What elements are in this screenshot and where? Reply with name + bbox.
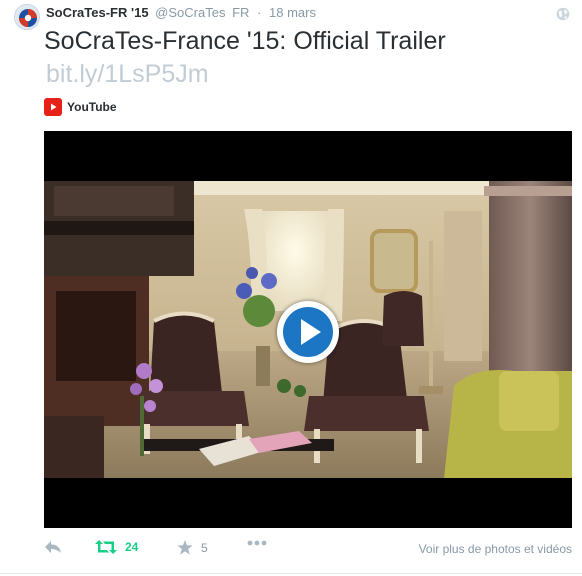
tweet-card: SoCraTes-FR '15 @SoCraTes FR · 18 mars S… [0, 0, 582, 576]
globe-icon[interactable] [556, 7, 570, 21]
language-tag: FR [232, 5, 250, 20]
author-name[interactable]: SoCraTes-FR '15 [46, 5, 149, 20]
retweet-button[interactable]: 24 [95, 540, 138, 554]
reply-icon [45, 541, 61, 553]
media-source[interactable]: YouTube [44, 98, 117, 116]
more-button[interactable] [247, 540, 267, 546]
avatar[interactable] [14, 4, 40, 30]
favorite-button[interactable]: 5 [177, 540, 208, 555]
retweet-count: 24 [125, 540, 139, 554]
video-player[interactable] [44, 131, 572, 528]
author-handle[interactable]: @SoCraTes [155, 5, 225, 20]
tweet-timestamp[interactable]: 18 mars [269, 5, 316, 20]
favorite-count: 5 [201, 540, 208, 555]
divider [0, 573, 582, 574]
tweet-actions: 24 5 Voir plus de photos et vidéos [44, 540, 572, 560]
star-icon [177, 540, 193, 555]
retweet-icon [95, 540, 117, 554]
separator: · [257, 5, 262, 20]
youtube-icon [44, 98, 62, 116]
more-dots-icon [247, 540, 267, 546]
play-icon [283, 307, 333, 357]
tweet-title: SoCraTes-France '15: Official Trailer [44, 27, 446, 55]
more-photos-link[interactable]: Voir plus de photos et vidéos [419, 542, 572, 556]
play-button[interactable] [277, 301, 339, 363]
tweet-header: SoCraTes-FR '15 @SoCraTes FR · 18 mars [46, 5, 316, 21]
media-source-label: YouTube [67, 100, 117, 114]
tweet-link[interactable]: bit.ly/1LsP5Jm [46, 59, 209, 89]
reply-button[interactable] [44, 540, 62, 554]
